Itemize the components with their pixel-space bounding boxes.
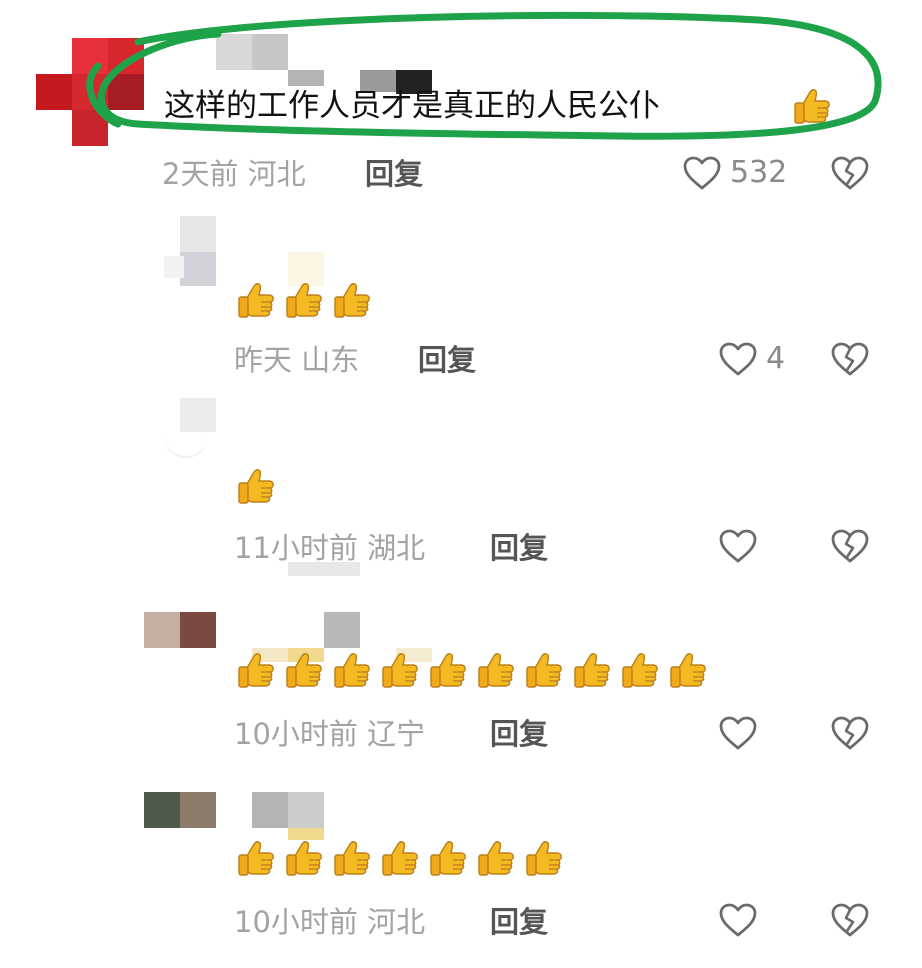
thumbs-up-emoji	[474, 648, 518, 692]
comment-time: 10小时前	[234, 905, 358, 939]
reply-button[interactable]: 回复	[490, 717, 548, 751]
thumbs-up-emoji-row	[234, 278, 374, 322]
heart-outline-icon[interactable]	[718, 341, 758, 377]
thumbs-up-emoji	[378, 648, 422, 692]
heart-outline-icon[interactable]	[718, 528, 758, 564]
thumbs-up-emoji	[234, 278, 278, 322]
thumbs-up-emoji-row	[234, 648, 710, 692]
thumbs-up-emoji	[522, 648, 566, 692]
comment-location: 湖北	[367, 531, 426, 565]
thumbs-up-emoji	[474, 836, 518, 880]
reply-button[interactable]: 回复	[490, 531, 548, 565]
username-blur	[288, 562, 360, 576]
avatar[interactable]	[144, 792, 216, 828]
thumbs-up-emoji	[522, 836, 566, 880]
comment-location: 山东	[301, 343, 360, 377]
thumbs-up-emoji	[666, 648, 710, 692]
avatar[interactable]	[164, 398, 216, 458]
broken-heart-icon[interactable]	[830, 155, 870, 191]
comment-location: 辽宁	[367, 717, 426, 751]
thumbs-up-emoji	[330, 836, 374, 880]
like-count: 4	[766, 341, 786, 376]
comment-time: 10小时前	[234, 717, 358, 751]
avatar[interactable]	[144, 612, 216, 648]
broken-heart-icon[interactable]	[830, 528, 870, 564]
avatar[interactable]	[164, 216, 216, 286]
comment-location: 河北	[367, 905, 426, 939]
broken-heart-icon[interactable]	[830, 341, 870, 377]
thumbs-up-emoji	[234, 464, 278, 508]
thumbs-up-emoji	[330, 278, 374, 322]
broken-heart-icon[interactable]	[830, 902, 870, 938]
thumbs-up-emoji	[282, 278, 326, 322]
highlight-circle	[86, 11, 882, 140]
comment-time: 11小时前	[234, 531, 358, 565]
heart-outline-icon[interactable]	[682, 155, 722, 191]
thumbs-up-emoji	[234, 836, 278, 880]
comment-location: 河北	[247, 157, 306, 191]
reply-button[interactable]: 回复	[490, 905, 548, 939]
like-count: 532	[730, 155, 788, 190]
thumbs-up-emoji	[234, 648, 278, 692]
thumbs-up-emoji	[330, 648, 374, 692]
comment-time: 昨天	[234, 343, 293, 377]
thumbs-up-emoji	[426, 836, 470, 880]
reply-button[interactable]: 回复	[365, 157, 423, 191]
comment-meta: 2天前 河北	[162, 156, 306, 192]
thumbs-up-emoji	[378, 836, 422, 880]
thumbs-up-emoji	[618, 648, 662, 692]
thumbs-up-emoji	[282, 648, 326, 692]
reply-button[interactable]: 回复	[418, 343, 476, 377]
comment-time: 2天前	[162, 157, 239, 191]
thumbs-up-emoji	[426, 648, 470, 692]
heart-outline-icon[interactable]	[718, 715, 758, 751]
thumbs-up-emoji	[570, 648, 614, 692]
thumbs-up-emoji-row	[234, 836, 566, 880]
broken-heart-icon[interactable]	[830, 715, 870, 751]
thumbs-up-emoji	[282, 836, 326, 880]
heart-outline-icon[interactable]	[718, 902, 758, 938]
